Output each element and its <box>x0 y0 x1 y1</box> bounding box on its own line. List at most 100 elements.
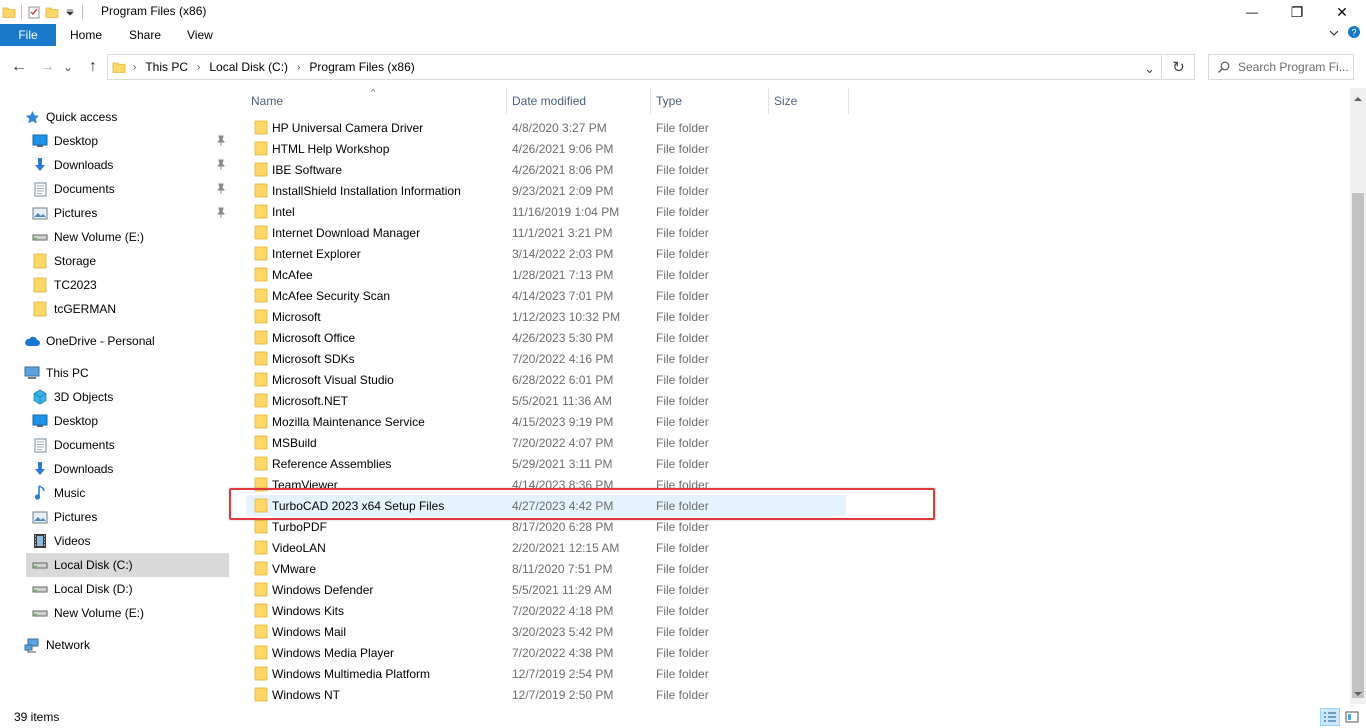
cell-date: 9/23/2021 2:09 PM <box>512 184 614 198</box>
table-row[interactable]: Internet Download Manager 11/1/2021 3:21 … <box>246 222 846 243</box>
pin-icon[interactable] <box>216 207 226 219</box>
table-row[interactable]: HTML Help Workshop 4/26/2021 9:06 PM File … <box>246 138 846 159</box>
nav-label: Documents <box>54 438 115 452</box>
nav-network[interactable]: Network <box>24 633 229 657</box>
nav-item-desktop[interactable]: Desktop <box>32 129 229 153</box>
breadcrumb-this-pc[interactable]: This PC <box>145 60 188 74</box>
breadcrumb-separator[interactable]: › <box>297 62 300 73</box>
nav-item-new-volume-e[interactable]: New Volume (E:) <box>32 601 229 625</box>
cloud-icon <box>24 333 40 349</box>
nav-onedrive[interactable]: OneDrive - Personal <box>24 329 229 353</box>
nav-item-documents[interactable]: Documents <box>32 177 229 201</box>
table-row[interactable]: Microsoft SDKs 7/20/2022 4:16 PM File fold… <box>246 348 846 369</box>
column-header-type[interactable]: Type <box>650 88 768 114</box>
chevron-down-icon[interactable] <box>1328 27 1340 42</box>
table-row[interactable]: Internet Explorer 3/14/2022 2:03 PM File f… <box>246 243 846 264</box>
table-row[interactable]: Windows Defender 5/5/2021 11:29 AM File fo… <box>246 579 846 600</box>
tab-file[interactable]: File <box>0 24 56 46</box>
table-row[interactable]: Reference Assemblies 5/29/2021 3:11 PM Fil… <box>246 453 846 474</box>
table-row[interactable]: Microsoft Office 4/26/2023 5:30 PM File fo… <box>246 327 846 348</box>
nav-label: Storage <box>54 254 97 268</box>
nav-item-downloads[interactable]: Downloads <box>32 457 229 481</box>
table-row[interactable]: VideoLAN 2/20/2021 12:15 AM File folder <box>246 537 846 558</box>
up-button[interactable]: ↑ <box>84 58 102 76</box>
cell-name: Mozilla Maintenance Service <box>272 415 425 429</box>
table-row[interactable]: Windows Multimedia Platform 12/7/2019 2:5… <box>246 663 846 684</box>
nav-item-local-disk-c[interactable]: Local Disk (C:) <box>26 553 229 577</box>
nav-quick-access[interactable]: Quick access <box>24 105 229 129</box>
nav-this-pc[interactable]: This PC <box>24 361 229 385</box>
cell-type: File folder <box>656 415 709 429</box>
table-row[interactable]: Microsoft Visual Studio 6/28/2022 6:01 PM… <box>246 369 846 390</box>
pin-icon[interactable] <box>216 135 226 147</box>
cell-name: Windows Kits <box>272 604 345 618</box>
nav-item-storage[interactable]: Storage <box>32 249 229 273</box>
vertical-scrollbar[interactable] <box>1350 88 1366 704</box>
table-row[interactable]: HP Universal Camera Driver 4/8/2020 3:27 … <box>246 117 846 138</box>
cell-type: File folder <box>656 394 709 408</box>
nav-item-desktop[interactable]: Desktop <box>32 409 229 433</box>
breadcrumb-separator[interactable]: › <box>133 62 136 73</box>
column-header-date-modified[interactable]: Date modified <box>506 88 650 114</box>
refresh-button[interactable]: ↻ <box>1163 54 1195 80</box>
nav-item-new-volume-e[interactable]: New Volume (E:) <box>32 225 229 249</box>
table-row[interactable]: Microsoft 1/12/2023 10:32 PM File folder <box>246 306 846 327</box>
table-row[interactable]: VMware 8/11/2020 7:51 PM File folder <box>246 558 846 579</box>
restore-button[interactable]: ❐ <box>1274 0 1320 24</box>
forward-button[interactable]: → <box>38 58 56 76</box>
column-divider[interactable] <box>848 88 849 114</box>
breadcrumb-program-files[interactable]: Program Files (x86) <box>309 60 414 74</box>
help-icon[interactable]: ? <box>1347 25 1361 42</box>
breadcrumb-local-disk[interactable]: Local Disk (C:) <box>209 60 288 74</box>
table-row[interactable]: Windows NT 12/7/2019 2:50 PM File folder <box>246 684 846 704</box>
table-row[interactable]: IBE Software 4/26/2021 8:06 PM File folder <box>246 159 846 180</box>
search-input[interactable] <box>1238 60 1348 74</box>
column-header-name[interactable]: Name <box>245 88 505 114</box>
table-row[interactable]: McAfee Security Scan 4/14/2023 7:01 PM Fil… <box>246 285 846 306</box>
details-view-button[interactable] <box>1320 708 1340 726</box>
nav-item-downloads[interactable]: Downloads <box>32 153 229 177</box>
address-bar[interactable]: › This PC › Local Disk (C:) › Program Fi… <box>107 54 1162 80</box>
breadcrumb-separator[interactable]: › <box>197 62 200 73</box>
cell-type: File folder <box>656 520 709 534</box>
nav-item-tc2023[interactable]: TC2023 <box>32 273 229 297</box>
nav-item-videos[interactable]: Videos <box>32 529 229 553</box>
table-row[interactable]: MSBuild 7/20/2022 4:07 PM File folder <box>246 432 846 453</box>
back-button[interactable]: ← <box>10 58 28 76</box>
nav-item-documents[interactable]: Documents <box>32 433 229 457</box>
tab-home[interactable]: Home <box>70 28 102 42</box>
tab-share[interactable]: Share <box>129 28 161 42</box>
nav-item-3d-objects[interactable]: 3D Objects <box>32 385 229 409</box>
table-row[interactable]: Windows Kits 7/20/2022 4:18 PM File folder <box>246 600 846 621</box>
new-folder-icon[interactable] <box>43 3 61 21</box>
nav-item-pictures[interactable]: Pictures <box>32 505 229 529</box>
table-row[interactable]: Windows Mail 3/20/2023 5:42 PM File folder <box>246 621 846 642</box>
large-icons-view-button[interactable] <box>1342 708 1362 726</box>
scrollbar-thumb[interactable] <box>1352 193 1364 698</box>
scroll-down-arrow-icon[interactable] <box>1350 686 1366 702</box>
tab-view[interactable]: View <box>187 28 213 42</box>
close-button[interactable]: ✕ <box>1319 0 1365 24</box>
recent-locations-button[interactable]: ⌄ <box>62 58 74 76</box>
cell-name: Windows Defender <box>272 583 374 597</box>
nav-item-tcgerman[interactable]: tcGERMAN <box>32 297 229 321</box>
scroll-up-arrow-icon[interactable] <box>1350 90 1366 106</box>
pin-icon[interactable] <box>216 159 226 171</box>
pin-icon[interactable] <box>216 183 226 195</box>
minimize-button[interactable]: — <box>1229 0 1275 24</box>
properties-icon[interactable] <box>25 3 43 21</box>
nav-item-music[interactable]: Music <box>32 481 229 505</box>
address-dropdown-icon[interactable]: ⌄ <box>1144 61 1155 77</box>
table-row[interactable]: InstallShield Installation Information 9/… <box>246 180 846 201</box>
nav-item-pictures[interactable]: Pictures <box>32 201 229 225</box>
table-row[interactable]: Intel 11/16/2019 1:04 PM File folder <box>246 201 846 222</box>
customize-toolbar-icon[interactable] <box>61 3 79 21</box>
table-row[interactable]: McAfee 1/28/2021 7:13 PM File folder <box>246 264 846 285</box>
table-row[interactable]: Microsoft.NET 5/5/2021 11:36 AM File folde… <box>246 390 846 411</box>
search-box[interactable] <box>1208 54 1354 80</box>
column-header-size[interactable]: Size <box>768 88 848 114</box>
cell-name: Windows Multimedia Platform <box>272 667 431 681</box>
nav-item-local-disk-d[interactable]: Local Disk (D:) <box>32 577 229 601</box>
table-row[interactable]: Windows Media Player 7/20/2022 4:38 PM Fil… <box>246 642 846 663</box>
table-row[interactable]: Mozilla Maintenance Service 4/15/2023 9:1… <box>246 411 846 432</box>
